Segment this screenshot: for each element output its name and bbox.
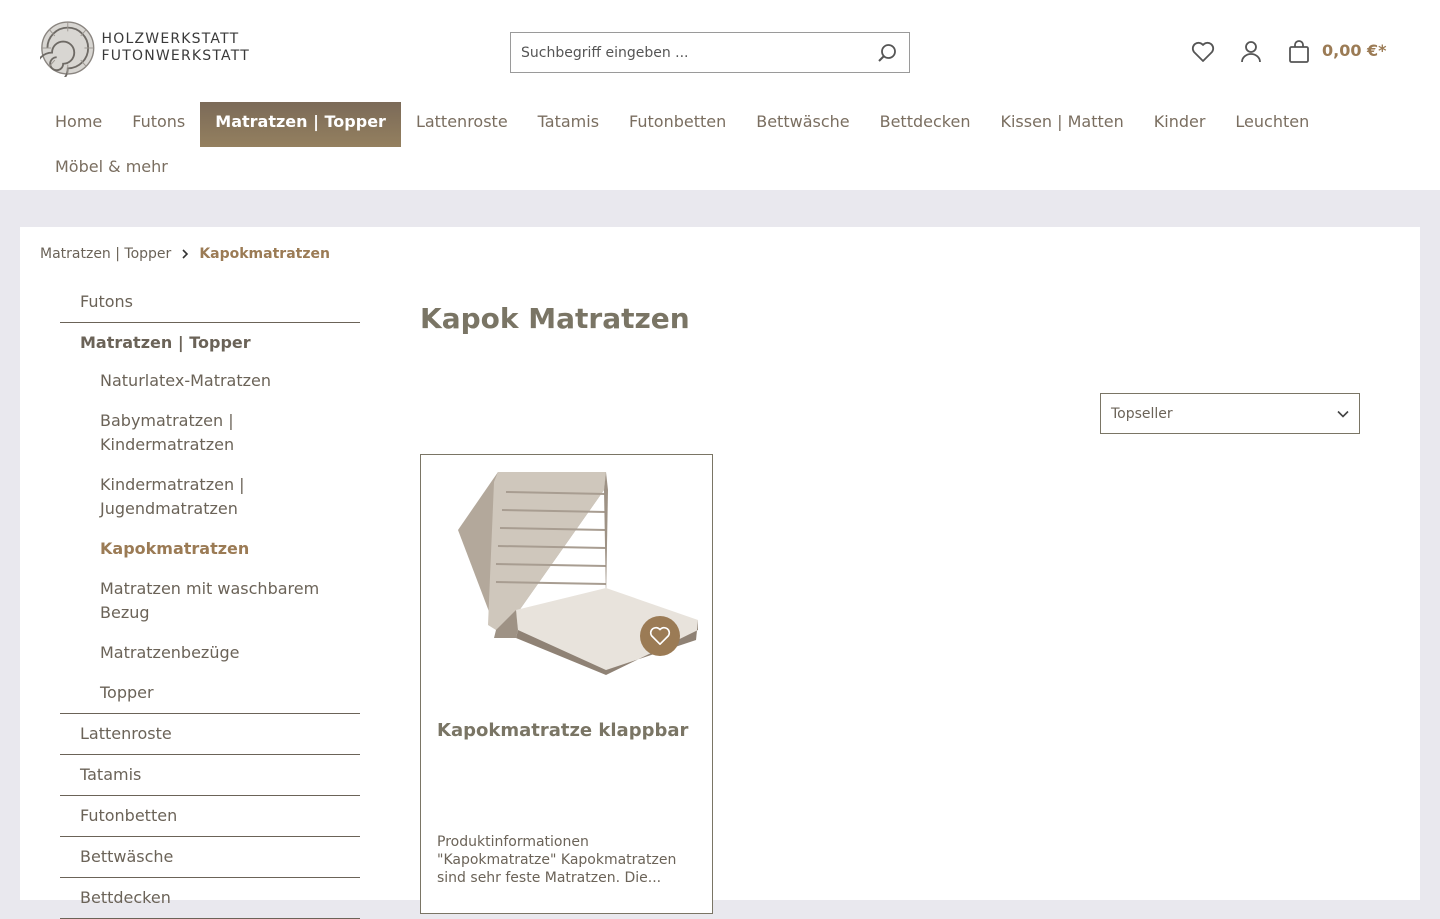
category-sidebar: Futons Matratzen | Topper Naturlatex-Mat… <box>60 282 360 919</box>
sidebar-subitem-kapokmatratzen[interactable]: Kapokmatratzen <box>60 529 360 569</box>
shopping-bag-icon <box>1289 40 1309 63</box>
sidebar-item-tatamis[interactable]: Tatamis <box>60 755 360 796</box>
main-nav-row-1: Home Futons Matratzen | Topper Lattenros… <box>40 102 1400 147</box>
product-card[interactable]: Kapokmatratze klappbar Produktinformatio… <box>420 454 713 914</box>
cart-total[interactable]: 0,00 €* <box>1322 41 1387 60</box>
sidebar-item-futonbetten[interactable]: Futonbetten <box>60 796 360 837</box>
nav-item-futonbetten[interactable]: Futonbetten <box>614 102 741 147</box>
nav-item-tatamis[interactable]: Tatamis <box>523 102 614 147</box>
nav-item-kinder[interactable]: Kinder <box>1139 102 1221 147</box>
page-title: Kapok Matratzen <box>420 302 690 335</box>
nav-item-kissen-matten[interactable]: Kissen | Matten <box>985 102 1138 147</box>
sidebar-group-matratzen: Matratzen | Topper Naturlatex-Matratzen … <box>60 323 360 714</box>
product-description: Produktinformationen "Kapokmatratze" Kap… <box>437 834 677 886</box>
chevron-down-icon <box>1337 410 1349 418</box>
sidebar-subitem-babymatratzen[interactable]: Babymatratzen | Kindermatratzen <box>60 401 360 465</box>
sidebar-subitem-bezuege[interactable]: Matratzenbezüge <box>60 633 360 673</box>
search-input[interactable] <box>511 33 865 72</box>
sidebar-subitem-waschbar[interactable]: Matratzen mit waschbarem Bezug <box>60 569 360 633</box>
add-to-wishlist-button[interactable] <box>640 616 680 656</box>
heart-icon <box>649 626 671 645</box>
heart-icon <box>1191 41 1215 62</box>
sidebar-item-lattenroste[interactable]: Lattenroste <box>60 714 360 755</box>
breadcrumb-current[interactable]: Kapokmatratzen <box>199 246 330 262</box>
nav-item-futons[interactable]: Futons <box>117 102 200 147</box>
cart-button[interactable] <box>1285 38 1313 66</box>
sidebar-subitem-naturlatex[interactable]: Naturlatex-Matratzen <box>60 363 360 401</box>
ammonite-logo-icon <box>40 21 95 77</box>
account-button[interactable] <box>1237 38 1265 66</box>
nav-item-bettdecken[interactable]: Bettdecken <box>865 102 986 147</box>
logo-text: HOLZWERKSTATT FUTONWERKSTATT <box>102 31 250 65</box>
nav-item-home[interactable]: Home <box>40 102 117 147</box>
user-icon <box>1241 41 1261 63</box>
search-form <box>510 32 910 73</box>
main-nav-row-2: Möbel & mehr <box>40 147 1400 192</box>
sidebar-item-bettdecken[interactable]: Bettdecken <box>60 878 360 919</box>
wishlist-button[interactable] <box>1189 38 1217 66</box>
search-icon <box>878 43 896 62</box>
sidebar-subitem-topper[interactable]: Topper <box>60 673 360 713</box>
breadcrumb: Matratzen | Topper Kapokmatratzen <box>40 246 330 262</box>
logo[interactable]: HOLZWERKSTATT FUTONWERKSTATT <box>40 18 250 78</box>
nav-item-lattenroste[interactable]: Lattenroste <box>401 102 523 147</box>
breadcrumb-parent[interactable]: Matratzen | Topper <box>40 246 171 262</box>
site-header: HOLZWERKSTATT FUTONWERKSTATT 0,00 €* <box>0 0 1440 190</box>
main-navigation: Home Futons Matratzen | Topper Lattenros… <box>40 102 1400 192</box>
nav-item-matratzen-topper[interactable]: Matratzen | Topper <box>200 102 401 147</box>
search-button[interactable] <box>865 33 909 72</box>
chevron-right-icon <box>182 249 189 259</box>
sidebar-subitem-kindermatratzen[interactable]: Kindermatratzen | Jugendmatratzen <box>60 465 360 529</box>
sort-select[interactable]: Topseller <box>1100 393 1360 434</box>
content-area: Matratzen | Topper Kapokmatratzen Futons… <box>20 227 1420 919</box>
sidebar-item-matratzen-topper[interactable]: Matratzen | Topper <box>60 323 360 363</box>
product-name[interactable]: Kapokmatratze klappbar <box>437 720 688 741</box>
nav-item-moebel-mehr[interactable]: Möbel & mehr <box>40 147 183 192</box>
logo-line2: FUTONWERKSTATT <box>101 48 250 64</box>
logo-line1: HOLZWERKSTATT <box>101 31 240 47</box>
sidebar-item-futons[interactable]: Futons <box>60 282 360 323</box>
sort-select-value: Topseller <box>1111 405 1173 422</box>
nav-item-bettwaesche[interactable]: Bettwäsche <box>741 102 864 147</box>
nav-item-leuchten[interactable]: Leuchten <box>1220 102 1324 147</box>
sidebar-item-bettwaesche[interactable]: Bettwäsche <box>60 837 360 878</box>
